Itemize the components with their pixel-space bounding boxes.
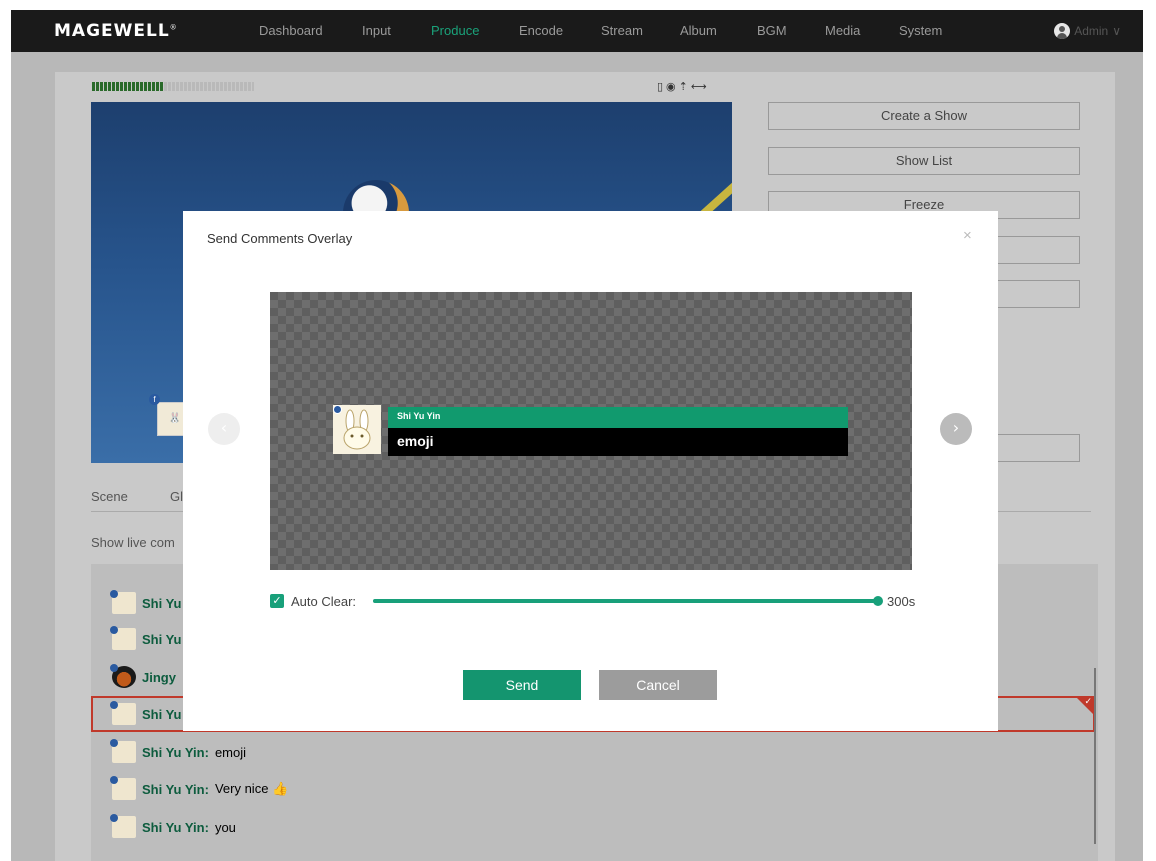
audio-level-fill — [92, 82, 164, 91]
comments-scrollbar[interactable] — [1094, 668, 1096, 844]
chevron-left-icon[interactable]: ‹ — [208, 413, 240, 445]
comment-row[interactable]: Shi Yu — [110, 701, 188, 725]
facebook-badge-icon: f — [149, 394, 160, 405]
send-comments-overlay-dialog: Send Comments Overlay × Shi Yu Yin emoji… — [183, 211, 998, 731]
comment-row[interactable]: Shi Yu Yin: you — [110, 814, 236, 838]
nav-encode[interactable]: Encode — [519, 23, 563, 38]
overlay-preview-canvas: Shi Yu Yin emoji — [270, 292, 912, 570]
comment-author: Shi Yu Yin: — [142, 819, 209, 835]
overlay-comment-text: emoji — [388, 428, 848, 456]
comment-row[interactable]: Shi Yu — [110, 626, 188, 650]
show-list-button[interactable]: Show List — [768, 147, 1080, 175]
nav-system[interactable]: System — [899, 23, 942, 38]
comment-author: Shi Yu Yin: — [142, 781, 209, 797]
auto-clear-checkbox[interactable]: ✓ — [270, 594, 284, 608]
show-live-comments-label: Show live com — [91, 535, 175, 550]
auto-clear-label: Auto Clear: — [291, 594, 357, 609]
chevron-right-icon[interactable]: › — [940, 413, 972, 445]
nav-dashboard[interactable]: Dashboard — [259, 23, 323, 38]
comment-text: Very nice 👍 — [214, 781, 289, 796]
facebook-badge-icon — [333, 405, 342, 414]
dialog-title: Send Comments Overlay — [207, 231, 353, 246]
check-icon: ✓ — [1084, 696, 1092, 706]
user-name: Admin — [1074, 24, 1109, 38]
nav-album[interactable]: Album — [680, 23, 717, 38]
comment-row[interactable]: Shi Yu — [110, 590, 188, 614]
auto-clear-slider[interactable] — [373, 596, 883, 606]
rabbit-avatar-icon — [110, 814, 136, 838]
chevron-down-icon: ∨ — [1112, 24, 1121, 38]
comment-row[interactable]: Shi Yu Yin: emoji — [110, 739, 247, 763]
comment-author: Shi Yu — [142, 595, 182, 611]
nav-stream[interactable]: Stream — [601, 23, 643, 38]
cancel-button[interactable]: Cancel — [599, 670, 717, 700]
slider-thumb[interactable] — [873, 596, 883, 606]
tab-gl[interactable]: Gl — [170, 489, 183, 504]
auto-clear-value: 300s — [887, 594, 916, 609]
rabbit-avatar-icon — [110, 590, 136, 614]
tab-scene[interactable]: Scene — [91, 489, 128, 504]
photo-avatar-icon — [110, 664, 136, 688]
overlay-author-name: Shi Yu Yin — [388, 407, 848, 428]
comment-text: you — [214, 819, 236, 835]
close-icon[interactable]: × — [963, 227, 972, 244]
rabbit-avatar-icon — [110, 739, 136, 763]
user-icon — [1054, 23, 1071, 39]
send-button[interactable]: Send — [463, 670, 581, 700]
slider-fill — [373, 599, 878, 603]
nav-bgm[interactable]: BGM — [757, 23, 787, 38]
rabbit-avatar-icon — [110, 776, 136, 800]
top-navbar: MAGEWELL® Dashboard Input Produce Encode… — [11, 10, 1143, 52]
nav-media[interactable]: Media — [825, 23, 860, 38]
comment-text: emoji — [214, 744, 247, 760]
rabbit-avatar-icon — [110, 701, 136, 725]
comment-row[interactable]: Shi Yu Yin: Very nice 👍 — [110, 776, 289, 800]
create-show-button[interactable]: Create a Show — [768, 102, 1080, 130]
nav-input[interactable]: Input — [362, 23, 391, 38]
comment-author: Jingy — [142, 669, 176, 685]
user-menu[interactable]: Admin ∨ — [1054, 23, 1121, 39]
magewell-logo: MAGEWELL® — [54, 21, 178, 41]
comment-row[interactable]: Jingy — [110, 664, 182, 688]
comment-author: Shi Yu — [142, 706, 182, 722]
comment-author: Shi Yu — [142, 631, 182, 647]
rabbit-avatar-icon — [110, 626, 136, 650]
nav-produce[interactable]: Produce — [431, 23, 479, 38]
device-status-icons: ▯◉⇡⟷ — [657, 80, 710, 93]
comment-author: Shi Yu Yin: — [142, 744, 209, 760]
